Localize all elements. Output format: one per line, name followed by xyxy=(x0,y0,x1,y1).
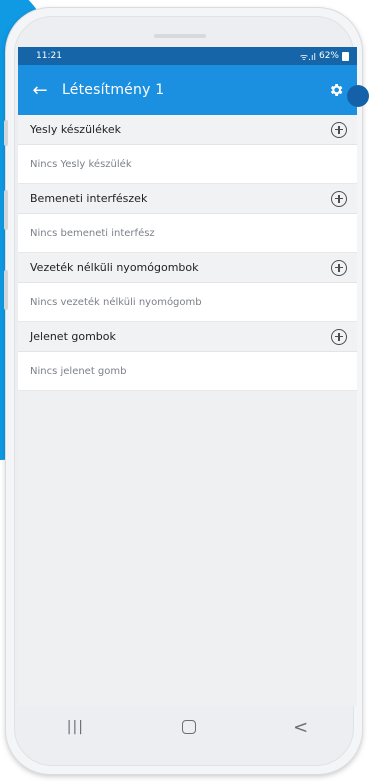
battery-level: 62% xyxy=(318,51,339,61)
status-indicators: ᯤ.ıl 62% xyxy=(300,50,349,63)
section-header-scene-buttons: Jelenet gombok xyxy=(18,322,357,352)
volume-up-button xyxy=(4,120,8,146)
section-header-devices: Yesly készülékek xyxy=(18,115,357,145)
volume-down-button xyxy=(4,190,8,230)
status-bar: 11:21 ᯤ.ıl 62% xyxy=(18,47,357,65)
back-arrow-icon[interactable]: ← xyxy=(18,80,62,101)
empty-scene-buttons-row: Nincs jelenet gomb xyxy=(18,352,357,391)
page-title: Létesítmény 1 xyxy=(62,82,165,98)
touch-indicator-dot xyxy=(347,85,369,107)
battery-icon xyxy=(342,51,349,61)
section-title: Yesly készülékek xyxy=(30,123,121,136)
empty-input-interfaces-row: Nincs bemeneti interfész xyxy=(18,214,357,253)
status-time: 11:21 xyxy=(36,51,62,61)
empty-devices-row: Nincs Yesly készülék xyxy=(18,145,357,184)
empty-wireless-buttons-row: Nincs vezeték nélküli nyomógomb xyxy=(18,283,357,322)
phone-speaker xyxy=(154,34,206,38)
add-device-plus-icon[interactable] xyxy=(331,121,347,138)
section-title: Jelenet gombok xyxy=(30,330,116,343)
section-title: Bemeneti interfészek xyxy=(30,192,148,205)
add-input-interface-plus-icon[interactable] xyxy=(331,190,347,207)
recents-icon[interactable]: ||| xyxy=(67,719,84,735)
app-screen: 11:21 ᯤ.ıl 62% ← Létesítmény 1 Yesly kés… xyxy=(18,47,357,706)
home-icon[interactable] xyxy=(181,720,196,734)
settings-gear-icon[interactable] xyxy=(321,75,351,105)
section-header-wireless-buttons: Vezeték nélküli nyomógombok xyxy=(18,253,357,283)
bixby-button xyxy=(4,270,8,310)
add-scene-button-plus-icon[interactable] xyxy=(331,328,347,345)
android-nav-bar: ||| < xyxy=(18,706,357,748)
section-title: Vezeték nélküli nyomógombok xyxy=(30,261,199,274)
signal-icon: ᯤ.ıl xyxy=(299,52,316,63)
section-list: Yesly készülékek Nincs Yesly készülék Be… xyxy=(18,115,357,391)
nav-back-icon[interactable]: < xyxy=(293,717,308,738)
app-bar: ← Létesítmény 1 xyxy=(18,65,357,115)
section-header-input-interfaces: Bemeneti interfészek xyxy=(18,184,357,214)
add-wireless-button-plus-icon[interactable] xyxy=(331,259,347,276)
